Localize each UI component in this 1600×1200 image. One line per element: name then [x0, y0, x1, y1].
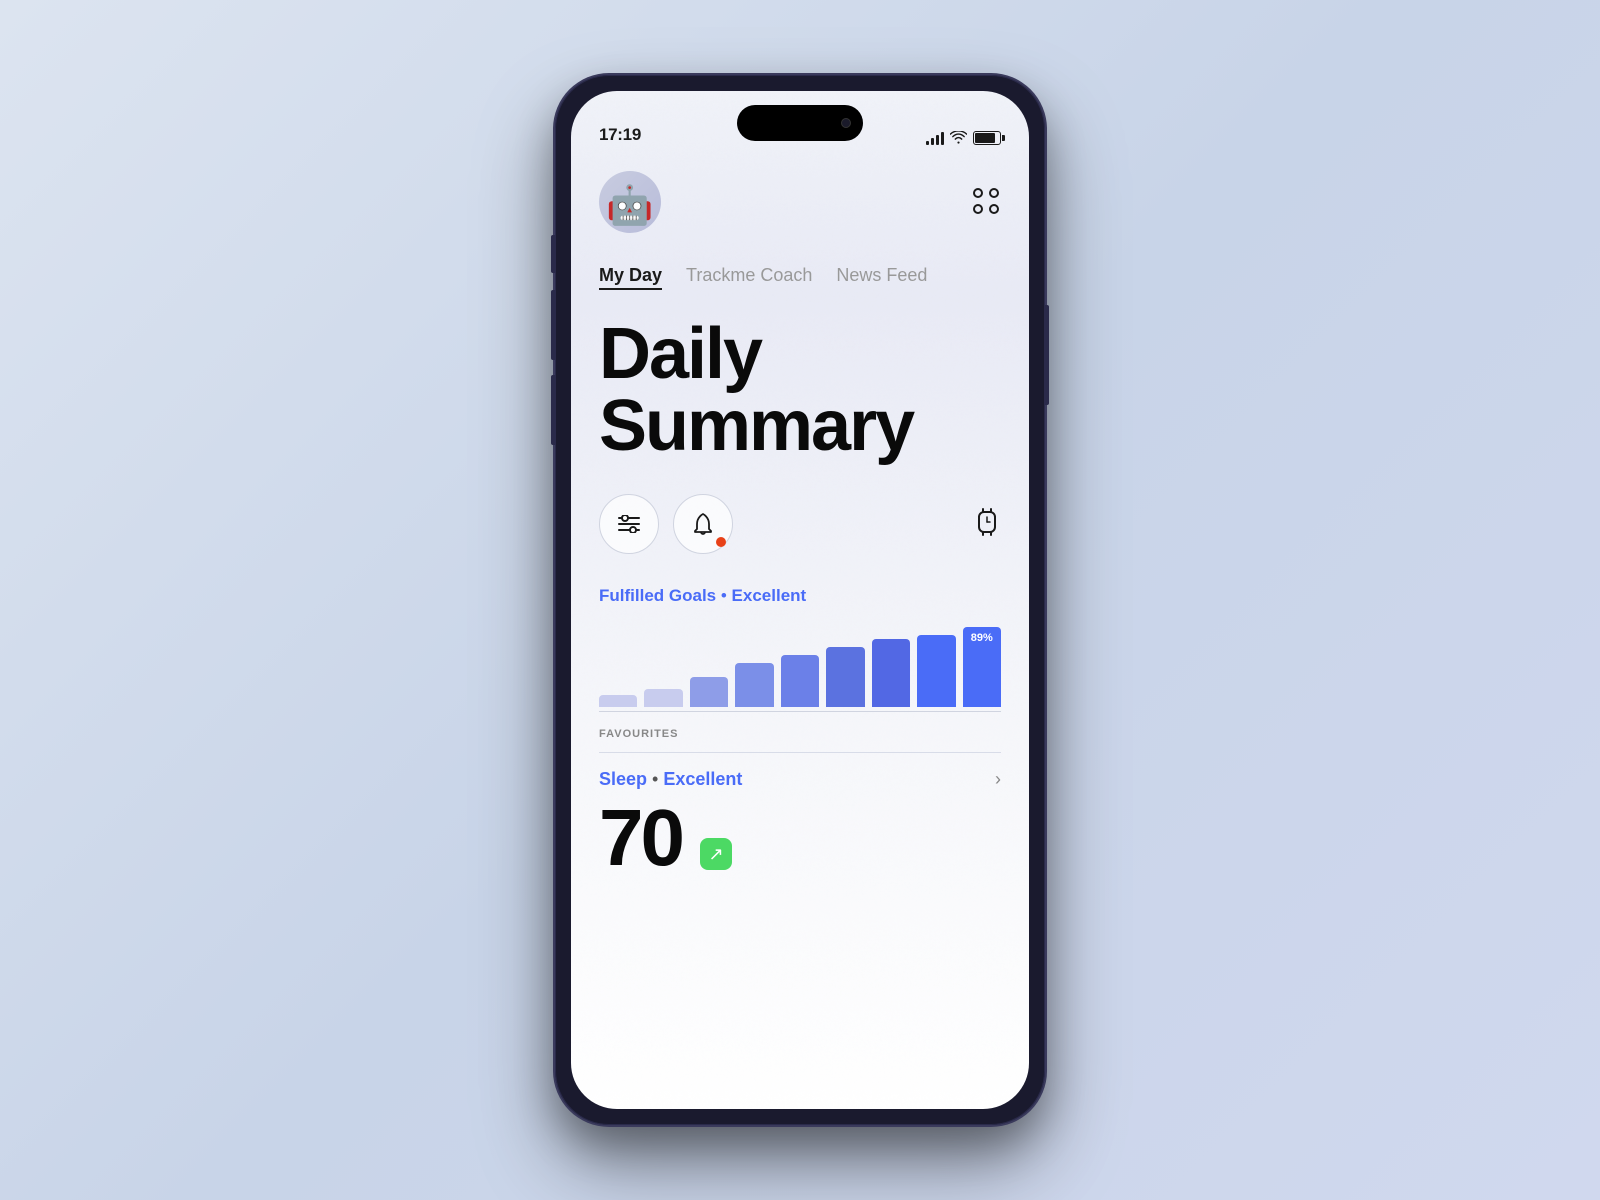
chart-bar-2 — [644, 689, 682, 707]
battery-fill — [975, 133, 995, 143]
filter-button[interactable] — [599, 494, 659, 554]
status-time: 17:19 — [599, 125, 641, 145]
avatar[interactable]: 🤖 — [599, 171, 661, 233]
nav-tabs: My Day Trackme Coach News Feed — [599, 265, 1001, 290]
section-divider — [599, 752, 1001, 753]
avatar-emoji: 🤖 — [606, 187, 653, 225]
tab-trackme-coach[interactable]: Trackme Coach — [686, 265, 812, 290]
chart-bar-5 — [781, 655, 819, 707]
status-icons — [926, 131, 1001, 145]
phone-screen: 17:19 — [571, 91, 1029, 1109]
sleep-metric-row[interactable]: Sleep • Excellent › — [599, 769, 1001, 790]
watch-button[interactable] — [973, 504, 1001, 545]
chart-bar-3 — [690, 677, 728, 707]
sleep-trend-badge: ↗ — [700, 838, 732, 870]
filter-icon — [617, 515, 641, 533]
page-title: Daily Summary — [599, 318, 1001, 462]
screen-content: 🤖 My Day Trackme Coach News Feed Daily S… — [571, 153, 1029, 1109]
sleep-chevron-icon: › — [995, 769, 1001, 790]
favourites-label: FAVOURITES — [599, 728, 1001, 740]
chart-bar-9-label: 89% — [971, 632, 993, 644]
sleep-value: 70 — [599, 798, 682, 878]
volume-down-button — [551, 375, 555, 445]
sleep-title: Sleep • Excellent — [599, 769, 742, 790]
battery-icon — [973, 131, 1001, 145]
chart-bar-6 — [826, 647, 864, 707]
volume-up-button — [551, 290, 555, 360]
signal-icon — [926, 131, 944, 145]
tab-news-feed[interactable]: News Feed — [836, 265, 927, 290]
bell-icon — [692, 512, 714, 536]
top-row: 🤖 — [599, 171, 1001, 233]
chart-bar-7 — [872, 639, 910, 707]
chart-bar-4 — [735, 663, 773, 707]
chart-bar-9: 89% — [963, 627, 1001, 707]
phone-frame: 17:19 — [555, 75, 1045, 1125]
watch-icon — [973, 504, 1001, 540]
notification-dot — [716, 537, 726, 547]
action-row — [599, 494, 1001, 554]
tab-my-day[interactable]: My Day — [599, 265, 662, 290]
chart-bar-1 — [599, 695, 637, 707]
notification-button[interactable] — [673, 494, 733, 554]
power-button — [1045, 305, 1049, 405]
chart-bar-8 — [917, 635, 955, 707]
mute-button — [551, 235, 555, 273]
goals-chart: 89% — [599, 622, 1001, 712]
front-camera — [841, 118, 851, 128]
wifi-icon — [950, 131, 967, 145]
trend-up-icon: ↗ — [708, 844, 723, 865]
favourites-section: FAVOURITES Sleep • Excellent › 70 ↗ — [599, 728, 1001, 878]
apps-grid-icon[interactable] — [973, 188, 1001, 216]
sleep-value-row: 70 ↗ — [599, 798, 1001, 878]
dynamic-island — [737, 105, 863, 141]
goals-label: Fulfilled Goals • Excellent — [599, 586, 1001, 606]
